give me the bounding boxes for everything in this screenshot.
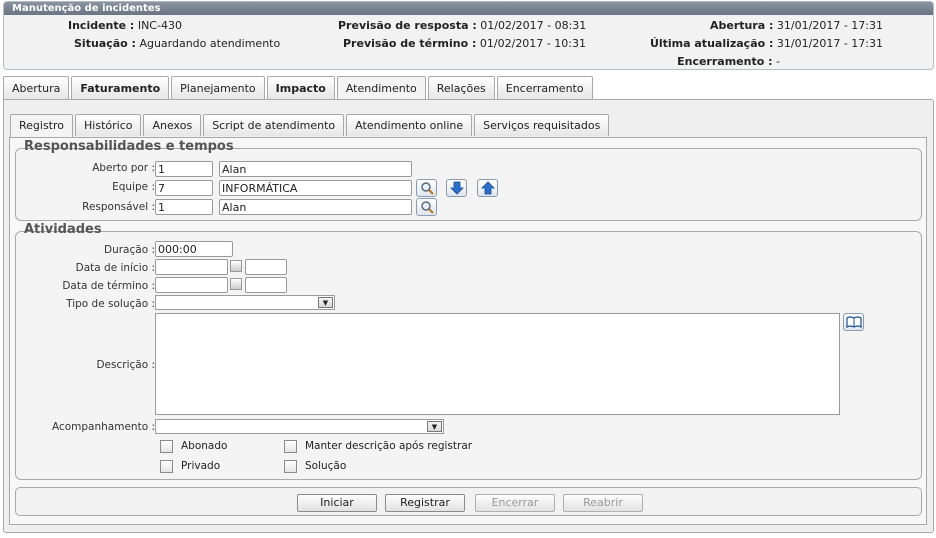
solucao-label: Solução <box>305 460 347 472</box>
prev-termino-info: Previsão de término : 01/02/2017 - 10:31 <box>343 37 586 50</box>
aberto-por-code-input[interactable] <box>155 161 213 177</box>
equipe-name-input[interactable] <box>219 180 412 196</box>
abertura-value: 31/01/2017 - 17:31 <box>776 19 883 32</box>
aberto-por-name-input[interactable] <box>219 161 412 177</box>
move-up-button[interactable] <box>477 179 498 197</box>
encerramento-value: - <box>776 55 780 68</box>
tipo-solucao-label: Tipo de solução : <box>66 298 155 310</box>
responsavel-label: Responsável : <box>82 201 155 213</box>
incident-header: Manutenção de incidentes Incidente : INC… <box>3 1 934 70</box>
manter-descricao-label: Manter descrição após registrar <box>305 440 473 452</box>
encerramento-label: Encerramento : <box>677 55 773 68</box>
move-down-button[interactable] <box>446 179 467 197</box>
arrow-up-icon <box>480 181 495 195</box>
descricao-label: Descrição : <box>96 359 155 371</box>
incidente-value: INC-430 <box>137 19 182 32</box>
tab-anexos[interactable]: Anexos <box>143 114 202 136</box>
prev-resposta-label: Previsão de resposta : <box>338 19 477 32</box>
tipo-solucao-select[interactable]: ▼ <box>155 295 335 310</box>
tab-planejamento[interactable]: Planejamento <box>171 76 265 99</box>
incidente-info: Incidente : INC-430 <box>68 19 182 32</box>
encerramento-info: Encerramento : - <box>677 55 780 68</box>
data-inicio-label: Data de início : <box>75 262 155 274</box>
abertura-label: Abertura : <box>709 19 774 32</box>
data-termino-time-input[interactable] <box>245 277 287 293</box>
equipe-code-input[interactable] <box>155 180 213 196</box>
tab-historico[interactable]: Histórico <box>75 114 142 136</box>
prev-resposta-value: 01/02/2017 - 08:31 <box>480 19 587 32</box>
responsavel-search-button[interactable] <box>416 198 437 216</box>
data-termino-label: Data de término : <box>62 280 155 292</box>
privado-checkbox[interactable] <box>160 460 173 473</box>
window-title: Manutenção de incidentes <box>4 2 933 15</box>
acompanhamento-select[interactable]: ▼ <box>155 419 444 434</box>
acompanhamento-label: Acompanhamento : <box>51 421 155 433</box>
situacao-info: Situação : Aguardando atendimento <box>74 37 280 50</box>
ultima-label: Última atualização : <box>649 37 774 50</box>
abonado-label: Abonado <box>181 440 228 452</box>
prev-termino-label: Previsão de término : <box>343 37 477 50</box>
tab-faturamento[interactable]: Faturamento <box>71 76 170 99</box>
knowledge-base-button[interactable] <box>843 313 864 331</box>
tab-atendimento[interactable]: Atendimento <box>336 76 426 100</box>
arrow-down-icon <box>449 181 464 195</box>
duracao-input[interactable] <box>155 241 233 257</box>
situacao-value: Aguardando atendimento <box>139 37 281 50</box>
tab-abertura[interactable]: Abertura <box>3 76 70 99</box>
tab-atendimento-online[interactable]: Atendimento online <box>346 114 473 136</box>
descricao-textarea[interactable] <box>155 313 840 415</box>
chevron-down-icon: ▼ <box>318 297 333 308</box>
situacao-label: Situação : <box>74 37 136 50</box>
atividades-legend: Atividades <box>24 222 102 237</box>
equipe-search-button[interactable] <box>416 179 437 197</box>
ultima-atualizacao-info: Última atualização : 31/01/2017 - 17:31 <box>650 37 883 50</box>
calendar-icon[interactable] <box>230 278 242 290</box>
outer-tabbar: Abertura Faturamento Planejamento Impact… <box>3 76 595 100</box>
duracao-label: Duração : <box>104 244 155 256</box>
registrar-button[interactable]: Registrar <box>385 494 465 512</box>
inner-tabbar: Registro Histórico Anexos Script de aten… <box>10 114 611 138</box>
data-inicio-time-input[interactable] <box>245 259 287 275</box>
tab-impacto[interactable]: Impacto <box>266 76 335 99</box>
encerrar-button[interactable]: Encerrar <box>475 494 555 512</box>
manter-descricao-checkbox[interactable] <box>284 440 297 453</box>
equipe-label: Equipe : <box>112 181 155 193</box>
prev-resposta-info: Previsão de resposta : 01/02/2017 - 08:3… <box>338 19 586 32</box>
privado-label: Privado <box>181 460 221 472</box>
prev-termino-value: 01/02/2017 - 10:31 <box>479 37 586 50</box>
responsabilidades-legend: Responsabilidades e tempos <box>24 139 234 154</box>
tab-encerramento[interactable]: Encerramento <box>496 76 593 99</box>
solucao-checkbox[interactable] <box>284 460 297 473</box>
open-book-icon <box>845 316 862 328</box>
data-inicio-date-input[interactable] <box>155 259 228 275</box>
incidente-label: Incidente : <box>68 19 135 32</box>
chevron-down-icon: ▼ <box>427 421 442 432</box>
abertura-info: Abertura : 31/01/2017 - 17:31 <box>710 19 883 32</box>
responsavel-code-input[interactable] <box>155 199 213 215</box>
search-icon <box>420 201 434 214</box>
aberto-por-label: Aberto por : <box>92 162 155 174</box>
search-icon <box>420 182 434 195</box>
data-termino-date-input[interactable] <box>155 277 228 293</box>
responsavel-name-input[interactable] <box>219 199 412 215</box>
ultima-value: 31/01/2017 - 17:31 <box>776 37 883 50</box>
calendar-icon[interactable] <box>230 260 242 272</box>
tab-script-atendimento[interactable]: Script de atendimento <box>203 114 345 136</box>
tab-servicos-requisitados[interactable]: Serviços requisitados <box>474 114 610 136</box>
action-button-bar: Iniciar Registrar Encerrar Reabrir <box>15 487 922 516</box>
reabrir-button[interactable]: Reabrir <box>563 494 643 512</box>
iniciar-button[interactable]: Iniciar <box>297 494 377 512</box>
abonado-checkbox[interactable] <box>160 440 173 453</box>
tab-registro[interactable]: Registro <box>10 114 74 138</box>
tab-relacoes[interactable]: Relações <box>427 76 495 99</box>
